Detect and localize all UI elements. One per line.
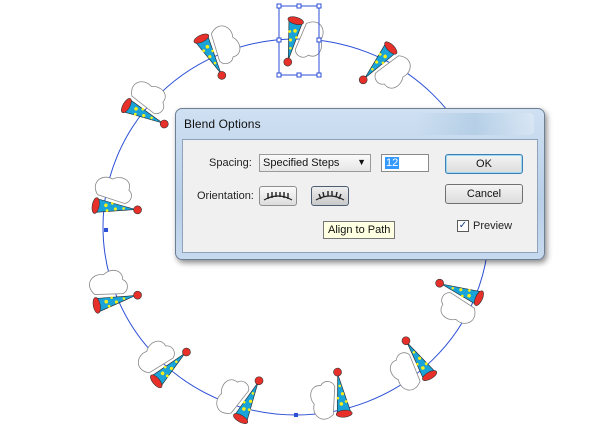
party-hat-icon (352, 39, 417, 104)
party-hat-icon (423, 271, 487, 330)
spacing-dropdown[interactable]: Specified Steps ▼ (259, 154, 371, 172)
path-anchor-point[interactable] (294, 413, 298, 417)
party-hat-icon (192, 21, 251, 85)
align-to-page-icon (263, 192, 293, 201)
orientation-label: Orientation: (197, 190, 254, 202)
dialog-body: Spacing: Specified Steps ▼ 12 Orientatio… (182, 139, 538, 253)
party-hat-icon (210, 362, 272, 427)
spacing-label: Spacing: (209, 157, 252, 169)
preview-checkbox[interactable]: ✓ (457, 220, 469, 232)
steps-value: 12 (385, 157, 400, 169)
party-hat-icon (90, 173, 148, 222)
tooltip: Align to Path (323, 221, 396, 239)
align-to-page-button[interactable] (259, 186, 297, 206)
blend-options-dialog[interactable]: Blend Options Spacing: Specified Steps ▼… (175, 108, 545, 260)
title-bar-glass (416, 113, 534, 135)
specified-steps-input[interactable]: 12 (381, 154, 429, 172)
party-hat-icon (87, 265, 144, 315)
party-hat-icon (308, 366, 354, 421)
spacing-value: Specified Steps (263, 157, 340, 169)
checkmark-icon: ✓ (458, 220, 468, 231)
ok-button[interactable]: OK (445, 154, 523, 174)
preview-label: Preview (473, 220, 513, 232)
party-hat-icon (132, 326, 198, 391)
party-hat-icon (118, 75, 183, 137)
dialog-title: Blend Options (184, 117, 261, 131)
dropdown-arrow-icon: ▼ (357, 157, 366, 167)
party-hat-icon (275, 14, 328, 74)
align-to-path-button[interactable] (311, 186, 349, 206)
path-anchor-point[interactable] (104, 228, 108, 232)
align-to-path-icon (315, 191, 345, 201)
cancel-button[interactable]: Cancel (445, 184, 523, 204)
